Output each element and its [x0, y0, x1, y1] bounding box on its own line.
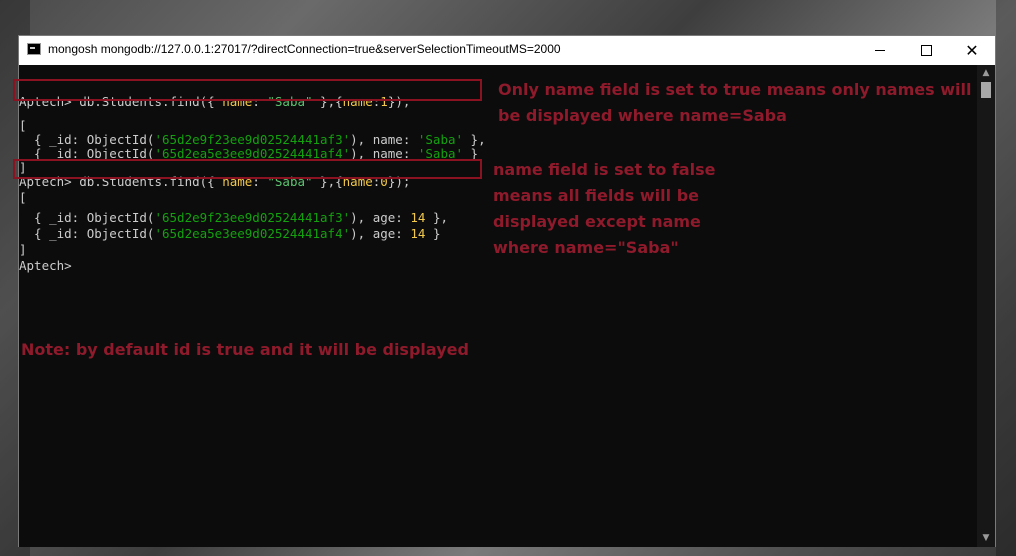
close-button[interactable]: ✕	[949, 36, 995, 65]
row-text: ), age:	[350, 226, 411, 241]
scroll-thumb[interactable]	[981, 82, 991, 98]
minimize-button[interactable]	[857, 36, 903, 65]
minimize-icon	[875, 50, 885, 51]
maximize-button[interactable]	[903, 36, 949, 65]
annotation-2-line-4: where name="Saba"	[493, 238, 679, 257]
close-icon: ✕	[965, 40, 979, 60]
title-bar[interactable]: mongosh mongodb://127.0.0.1:27017/?direc…	[19, 36, 995, 65]
annotation-2-line-3: displayed except name	[493, 212, 701, 231]
scroll-up-icon[interactable]: ▲	[977, 65, 995, 82]
note-annotation: Note: by default id is true and it will …	[21, 340, 469, 359]
maximize-icon	[920, 45, 932, 56]
annotation-2-line-2: means all fields will be	[493, 186, 699, 205]
console-app-icon	[27, 43, 41, 55]
row-id: '65d2ea5e3ee9d02524441af4'	[154, 226, 351, 241]
scroll-down-icon[interactable]: ▼	[977, 530, 995, 547]
highlight-box-command-2	[13, 159, 482, 179]
desktop-background-right	[996, 0, 1016, 556]
console-output[interactable]: Aptech> db.Students.find({ name: "Saba" …	[19, 65, 977, 547]
annotation-1-line-2: be displayed where name=Saba	[498, 106, 787, 125]
current-prompt[interactable]: Aptech>	[19, 254, 72, 278]
vertical-scrollbar[interactable]: ▲ ▼	[977, 65, 995, 547]
row-value: 14	[410, 226, 426, 241]
output-row: { _id: ObjectId('65d2ea5e3ee9d02524441af…	[19, 222, 440, 246]
window-title: mongosh mongodb://127.0.0.1:27017/?direc…	[48, 42, 561, 56]
annotation-1-line-1: Only name field is set to true means onl…	[498, 80, 972, 99]
row-text: { _id: ObjectId(	[19, 226, 155, 241]
annotation-2-line-1: name field is set to false	[493, 160, 716, 179]
row-text: }	[425, 226, 441, 241]
highlight-box-command-1	[13, 79, 482, 101]
